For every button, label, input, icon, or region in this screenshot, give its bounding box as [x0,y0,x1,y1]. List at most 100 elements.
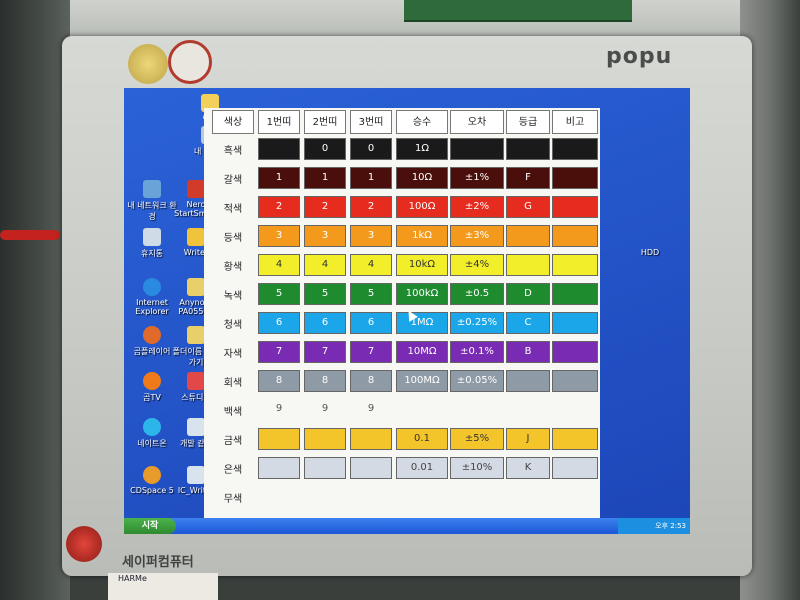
table-cell[interactable]: ±1% [450,167,504,189]
table-cell[interactable] [552,341,598,363]
table-cell[interactable]: 6 [304,312,346,334]
table-cell[interactable]: ±5% [450,428,504,450]
table-cell[interactable] [396,486,448,508]
table-cell[interactable]: 10MΩ [396,341,448,363]
table-cell[interactable]: 1 [350,167,392,189]
table-cell[interactable]: 1 [304,167,346,189]
table-cell[interactable]: 5 [350,283,392,305]
table-cell[interactable] [350,457,392,479]
table-cell[interactable]: 0 [304,138,346,160]
table-cell[interactable]: 9 [350,399,392,421]
table-cell[interactable]: ±0.1% [450,341,504,363]
table-cell[interactable] [304,428,346,450]
table-cell[interactable]: 1MΩ [396,312,448,334]
table-cell[interactable]: C [506,312,550,334]
power-button[interactable] [66,526,102,562]
table-cell[interactable] [450,138,504,160]
table-cell[interactable]: B [506,341,550,363]
table-cell[interactable] [506,254,550,276]
table-cell[interactable] [304,457,346,479]
table-cell[interactable]: 1Ω [396,138,448,160]
table-cell[interactable]: 3 [350,225,392,247]
table-cell[interactable] [506,225,550,247]
table-cell[interactable]: ±0.05% [450,370,504,392]
table-cell[interactable]: 8 [258,370,300,392]
table-cell[interactable]: 4 [350,254,392,276]
system-tray-clock[interactable]: 오후 2:53 [618,518,690,534]
table-cell[interactable]: 3 [258,225,300,247]
table-cell[interactable]: ±4% [450,254,504,276]
table-cell[interactable]: 100MΩ [396,370,448,392]
table-cell[interactable]: ±0.5 [450,283,504,305]
table-cell[interactable] [552,283,598,305]
table-cell[interactable] [506,138,550,160]
table-cell[interactable] [552,312,598,334]
table-cell[interactable] [258,486,300,508]
table-cell[interactable] [552,428,598,450]
table-cell[interactable] [552,196,598,218]
table-cell[interactable] [552,399,598,421]
table-cell[interactable]: 1 [258,167,300,189]
table-cell[interactable]: 0.01 [396,457,448,479]
table-cell[interactable]: 5 [258,283,300,305]
table-cell[interactable] [552,225,598,247]
table-cell[interactable]: 10Ω [396,167,448,189]
table-cell[interactable]: 4 [304,254,346,276]
desktop-icon-label: 곰플레이어 [133,347,171,356]
table-cell[interactable] [506,399,550,421]
background-left [0,0,70,600]
table-cell[interactable]: 1kΩ [396,225,448,247]
table-cell[interactable]: 0.1 [396,428,448,450]
table-cell[interactable]: G [506,196,550,218]
table-cell[interactable] [258,138,300,160]
table-cell[interactable]: 3 [304,225,346,247]
table-cell[interactable]: ±0.25% [450,312,504,334]
table-cell[interactable]: 7 [350,341,392,363]
table-cell[interactable] [396,399,448,421]
table-cell[interactable] [258,428,300,450]
table-cell[interactable] [552,457,598,479]
table-cell[interactable]: ±2% [450,196,504,218]
table-cell[interactable]: 4 [258,254,300,276]
writer-icon [187,228,205,246]
table-cell[interactable]: 0 [350,138,392,160]
table-cell[interactable] [552,254,598,276]
table-cell[interactable]: 9 [258,399,300,421]
table-cell[interactable]: D [506,283,550,305]
table-cell[interactable]: 7 [304,341,346,363]
table-cell[interactable]: 6 [258,312,300,334]
table-cell[interactable] [450,399,504,421]
table-cell[interactable]: 2 [304,196,346,218]
sticker-text: HARMe [118,574,147,583]
table-cell[interactable]: 5 [304,283,346,305]
start-button[interactable]: 시작 [124,518,176,534]
table-cell[interactable]: 8 [350,370,392,392]
table-cell[interactable] [552,138,598,160]
table-cell[interactable] [304,486,346,508]
table-cell[interactable] [552,167,598,189]
table-cell[interactable]: 2 [350,196,392,218]
table-cell[interactable]: J [506,428,550,450]
table-cell[interactable]: 7 [258,341,300,363]
table-cell[interactable]: 9 [304,399,346,421]
desktop-icon[interactable]: HDD [624,228,676,257]
table-cell[interactable]: K [506,457,550,479]
table-cell[interactable]: 100kΩ [396,283,448,305]
table-cell[interactable]: 10kΩ [396,254,448,276]
table-cell[interactable]: F [506,167,550,189]
table-cell[interactable]: 6 [350,312,392,334]
table-cell[interactable]: ±10% [450,457,504,479]
table-cell[interactable] [552,486,598,508]
desktop-icon-label: Internet Explorer [135,298,169,316]
table-cell[interactable] [450,486,504,508]
table-cell[interactable] [552,370,598,392]
table-cell[interactable] [506,486,550,508]
table-cell[interactable] [350,486,392,508]
table-cell[interactable]: 8 [304,370,346,392]
table-cell[interactable]: ±3% [450,225,504,247]
table-cell[interactable] [350,428,392,450]
table-cell[interactable]: 2 [258,196,300,218]
table-cell[interactable] [258,457,300,479]
table-cell[interactable] [506,370,550,392]
table-cell[interactable]: 100Ω [396,196,448,218]
